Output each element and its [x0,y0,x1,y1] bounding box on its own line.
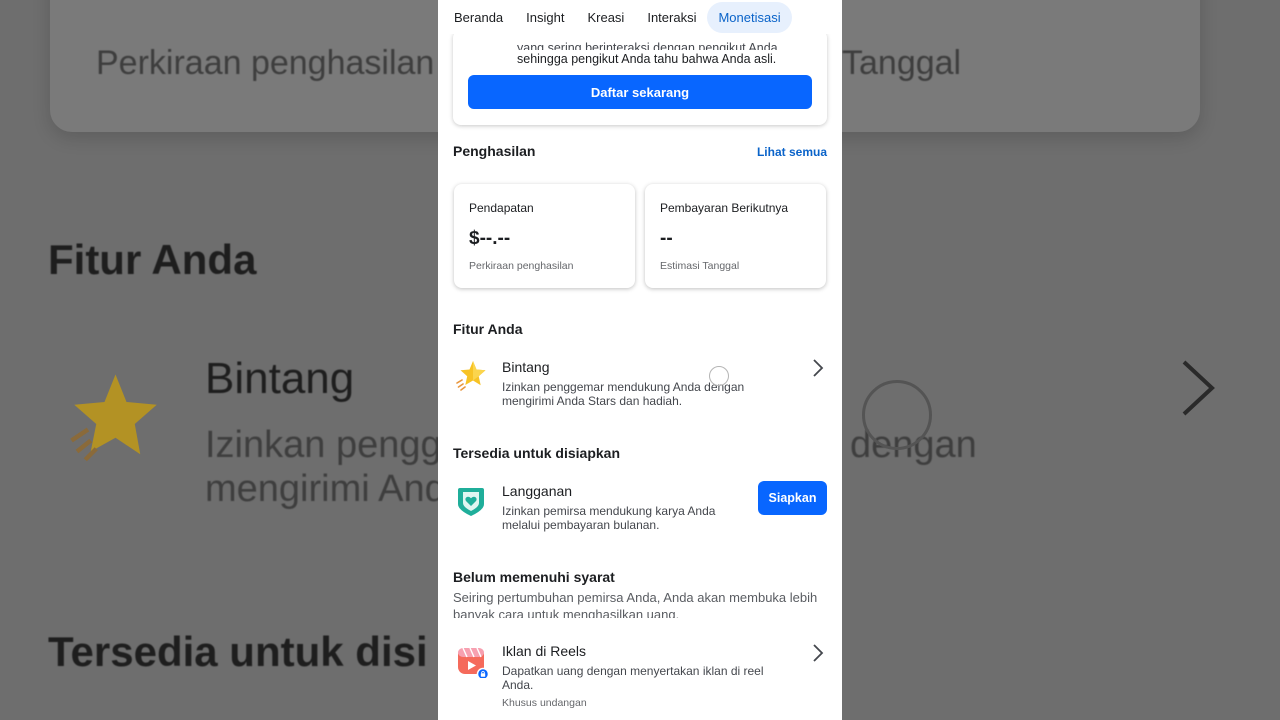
tab-kreasi[interactable]: Kreasi [587,10,624,25]
ineligible-note-clip: Seiring pertumbuhan pemirsa Anda, Anda a… [438,0,842,618]
tab-interaksi[interactable]: Interaksi [647,10,696,25]
bg-features-heading: Fitur Anda [48,236,257,283]
phone-screen: Beranda Insight Kreasi Interaksi Monetis… [438,0,842,720]
invite-only-tag: Khusus undangan [502,697,587,709]
bg-star-icon [70,374,157,462]
reels-ads-desc: Dapatkan uang dengan menyertakan iklan d… [502,664,764,692]
tab-beranda[interactable]: Beranda [454,10,503,25]
bg-date-text: Tanggal [842,44,962,82]
bg-available-heading: Tersedia untuk disi [48,628,428,675]
reels-ads-icon [458,647,488,678]
tab-bar: Beranda Insight Kreasi Interaksi Monetis… [438,0,842,34]
reels-ads-title: Iklan di Reels [502,643,587,659]
bg-chevron-right-icon [1182,360,1215,416]
bg-star-desc-2: mengirimi And [205,468,446,510]
tab-insight[interactable]: Insight [526,10,564,25]
ineligible-note: Seiring pertumbuhan pemirsa Anda, Anda a… [453,590,818,618]
bg-estimate-text: Perkiraan penghasilan [96,44,435,82]
chevron-right-icon [813,644,824,662]
bg-star-title: Bintang [205,354,355,403]
bg-star-desc-1: Izinkan pengg [205,424,442,466]
tab-monetisasi[interactable]: Monetisasi [707,1,792,33]
bg-spinner [862,380,932,450]
